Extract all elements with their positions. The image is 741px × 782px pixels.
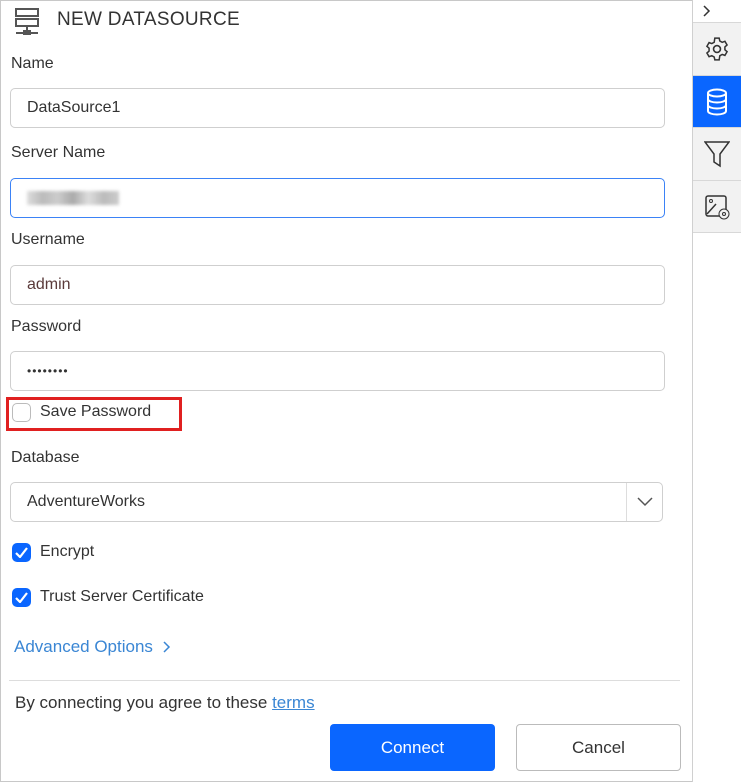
collapse-chevron-icon[interactable] — [693, 0, 741, 23]
encrypt-label: Encrypt — [40, 543, 95, 560]
database-icon[interactable] — [693, 76, 741, 128]
redacted-server-value — [27, 191, 119, 205]
name-label: Name — [11, 55, 54, 72]
username-label: Username — [11, 231, 85, 248]
database-value: AdventureWorks — [27, 493, 145, 510]
save-password-label: Save Password — [40, 403, 152, 420]
terms-prefix: By connecting you agree to these — [15, 693, 268, 712]
right-sidebar — [692, 0, 741, 782]
chevron-right-icon — [163, 641, 170, 653]
database-label: Database — [11, 449, 80, 466]
password-label: Password — [11, 318, 82, 335]
filter-icon[interactable] — [693, 128, 741, 181]
divider — [9, 680, 680, 681]
save-password-checkbox[interactable] — [12, 403, 31, 422]
page-title: NEW DATASOURCE — [57, 9, 240, 30]
settings-icon[interactable] — [693, 23, 741, 76]
terms-text: By connecting you agree to these terms — [15, 693, 315, 713]
server-name-label: Server Name — [11, 144, 106, 161]
password-input[interactable]: •••••••• — [10, 351, 665, 391]
trust-certificate-label: Trust Server Certificate — [40, 588, 204, 605]
cancel-button[interactable]: Cancel — [516, 724, 681, 771]
database-select[interactable]: AdventureWorks — [10, 482, 663, 522]
advanced-options-label: Advanced Options — [14, 637, 153, 656]
datasource-icon — [15, 8, 39, 35]
image-settings-icon[interactable] — [693, 181, 741, 233]
advanced-options-link[interactable]: Advanced Options — [14, 637, 171, 657]
trust-certificate-checkbox[interactable] — [12, 588, 31, 607]
username-input[interactable]: admin — [10, 265, 665, 305]
terms-link[interactable]: terms — [272, 693, 315, 712]
connect-button[interactable]: Connect — [330, 724, 495, 771]
encrypt-checkbox[interactable] — [12, 543, 31, 562]
server-name-input[interactable] — [10, 178, 665, 218]
chevron-down-icon[interactable] — [626, 483, 663, 521]
name-input[interactable]: DataSource1 — [10, 88, 665, 128]
